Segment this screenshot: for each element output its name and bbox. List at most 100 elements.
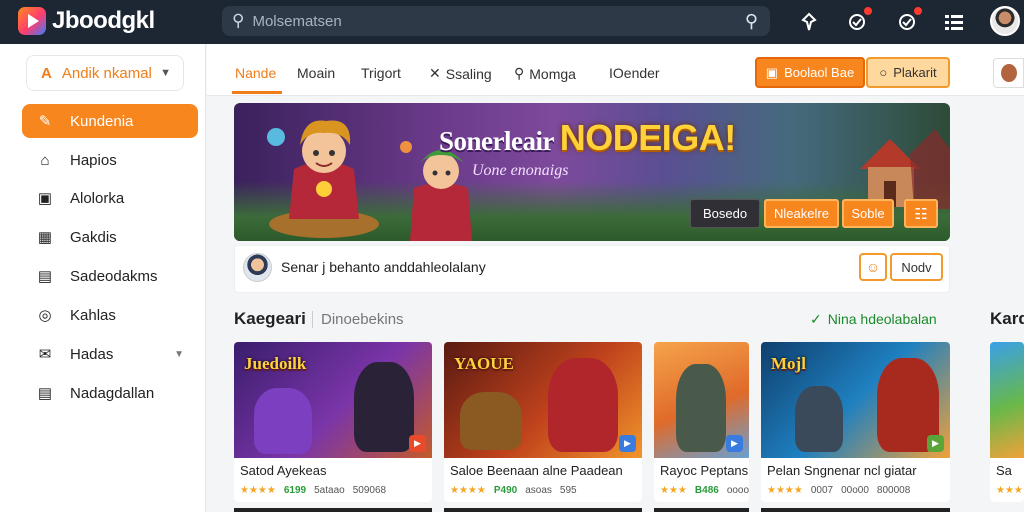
game-card[interactable]: Mojl ▶ Pelan Sngnenar ncl giatar ★★★★ 00… bbox=[761, 342, 950, 502]
tab-ssaling[interactable]: ✕ Ssaling bbox=[429, 65, 492, 82]
grid-icon[interactable] bbox=[941, 9, 967, 35]
card-title: Sa bbox=[996, 463, 1012, 478]
play-icon[interactable]: ▶ bbox=[726, 435, 743, 452]
card-price: 0007 bbox=[810, 485, 834, 496]
sidebar-item-sadeodakms[interactable]: ▤ Sadeodakms bbox=[22, 259, 198, 293]
pin-icon[interactable] bbox=[796, 9, 822, 35]
workspace-icon: A bbox=[41, 64, 52, 82]
sidebar-item-gakdis[interactable]: ▦ Gakdis bbox=[22, 220, 198, 254]
emoji-icon[interactable]: ☺ bbox=[859, 253, 887, 281]
card-meta: ★★★★ P490 asoas 595 bbox=[450, 485, 577, 496]
search-input[interactable] bbox=[244, 12, 745, 30]
sidebar-item-nadagdallan[interactable]: ▤ Nadagdallan bbox=[22, 376, 198, 410]
primary-action-button[interactable]: ▣ Boolaol Bae bbox=[755, 57, 865, 88]
banner-button-secondary[interactable]: Soble bbox=[842, 199, 894, 228]
game-card[interactable]: Sa ★★★ bbox=[990, 342, 1024, 502]
card-meta-value: 509068 bbox=[352, 485, 387, 496]
sidebar-item-alolorka[interactable]: ▣ Alolorka bbox=[22, 181, 198, 215]
post-avatar bbox=[243, 253, 272, 282]
post-submit-button[interactable]: Nodv bbox=[890, 253, 943, 281]
sidebar-item-kahlas[interactable]: ◎ Kahlas bbox=[22, 298, 198, 332]
tab-label: IOender bbox=[609, 65, 660, 81]
tab-momga[interactable]: ⚲ Momga bbox=[514, 65, 576, 82]
hero-banner[interactable]: Sonerleair NODEIGA! Uone enonaigs Bosedo… bbox=[234, 103, 950, 241]
banner-title-highlight: NODEIGA! bbox=[559, 117, 737, 158]
app-logo[interactable]: Jboodgkl bbox=[18, 7, 155, 35]
character-figure bbox=[354, 362, 414, 452]
game-card[interactable]: YAOUE ▶ Saloe Beenaan alne Paadean ★★★★ … bbox=[444, 342, 642, 502]
card-meta-value: 800008 bbox=[876, 485, 911, 496]
card-meta-value: asoas bbox=[525, 485, 552, 496]
secondary-action-label: Plakarit bbox=[893, 65, 937, 80]
tab-label: Moain bbox=[297, 65, 336, 81]
tab-label: Trigort bbox=[361, 65, 401, 81]
card-price: P490 bbox=[493, 485, 518, 496]
card-title: Pelan Sngnenar ncl giatar bbox=[767, 463, 917, 478]
tab-nande[interactable]: Nande bbox=[235, 65, 276, 81]
secondary-action-button[interactable]: ○ Plakarit bbox=[866, 57, 950, 88]
tab-label: Ssaling bbox=[445, 65, 492, 82]
sidebar-item-label: Alolorka bbox=[70, 189, 125, 207]
card-meta-value: 595 bbox=[559, 485, 577, 496]
sidebar-item-hadas[interactable]: ✉ Hadas ▼ bbox=[22, 337, 198, 371]
thumbnail-title: Juedoilk bbox=[244, 354, 307, 373]
chevron-down-icon: ▼ bbox=[174, 348, 184, 360]
pencil-icon: ✎ bbox=[38, 113, 52, 130]
section-see-all-link[interactable]: ✓ Nina hdeolabalan bbox=[810, 311, 937, 328]
square-icon: ▣ bbox=[37, 190, 53, 207]
sidebar-item-hapios[interactable]: ⌂ Hapios bbox=[22, 143, 198, 177]
game-card[interactable]: Juedoilk ▶ Satod Ayekeas ★★★★ 6199 5ataa… bbox=[234, 342, 432, 502]
star-rating: ★★★★ bbox=[450, 485, 486, 496]
hero-character-illustration bbox=[267, 120, 379, 238]
character-figure bbox=[795, 386, 843, 452]
game-card[interactable]: ▶ Rayoc Peptans ★★★ B486 ooooo bbox=[654, 342, 749, 502]
character-figure bbox=[548, 358, 618, 452]
game-thumbnail: YAOUE ▶ bbox=[444, 342, 642, 458]
banner-button-primary[interactable]: Nleakelre bbox=[764, 199, 839, 228]
message-badge bbox=[913, 6, 923, 16]
banner-title: Sonerleair NODEIGA! bbox=[439, 117, 736, 159]
primary-action-label: Boolaol Bae bbox=[784, 65, 855, 80]
post-composer-text[interactable]: Senar j behanto anddahleolalany bbox=[281, 259, 486, 275]
messages-icon[interactable] bbox=[894, 6, 923, 35]
play-logo-icon bbox=[18, 7, 46, 35]
play-icon[interactable]: ▶ bbox=[409, 435, 426, 452]
star-rating: ★★★ bbox=[660, 485, 687, 496]
notifications-icon[interactable] bbox=[844, 6, 873, 35]
card-price: 6199 bbox=[283, 485, 307, 496]
play-icon[interactable]: ▶ bbox=[927, 435, 944, 452]
game-thumbnail: Juedoilk ▶ bbox=[234, 342, 432, 458]
profile-mini-avatar[interactable] bbox=[993, 58, 1024, 88]
card-title: Satod Ayekeas bbox=[240, 463, 327, 478]
tab-label: Momga bbox=[529, 65, 576, 82]
sidebar: A Andik nkamal ▼ ✎ Kundenia ⌂ Hapios ▣ A… bbox=[0, 44, 206, 512]
envelope-icon: ✉ bbox=[38, 346, 52, 363]
play-icon[interactable]: ▶ bbox=[619, 435, 636, 452]
tab-moain[interactable]: Moain bbox=[297, 65, 335, 81]
banner-button-dark[interactable]: Bosedo bbox=[690, 199, 760, 228]
circle-icon: ◎ bbox=[38, 307, 52, 324]
gift-icon[interactable]: ☷ bbox=[904, 199, 938, 228]
thumbnail-title: YAOUE bbox=[454, 354, 514, 373]
card-meta: ★★★★ 0007 00o00 800008 bbox=[767, 485, 910, 496]
top-bar: Jboodgkl ⚲ ⚲ bbox=[0, 0, 1024, 44]
sidebar-item-label: Hapios bbox=[70, 151, 117, 169]
next-row-card-edge bbox=[444, 508, 642, 512]
message-icon: ▤ bbox=[37, 268, 53, 285]
sidebar-item-kundenia[interactable]: ✎ Kundenia bbox=[22, 104, 198, 138]
card-meta: ★★★ B486 ooooo bbox=[660, 485, 749, 496]
workspace-select[interactable]: A Andik nkamal ▼ bbox=[26, 55, 184, 91]
tab-ioender[interactable]: IOender bbox=[609, 65, 660, 81]
search-submit-icon[interactable]: ⚲ bbox=[745, 11, 758, 32]
tab-trigort[interactable]: Trigort bbox=[361, 65, 401, 81]
section-subtitle[interactable]: Dinoebekins bbox=[312, 311, 404, 328]
table-icon: ▦ bbox=[37, 229, 53, 246]
note-icon: ▤ bbox=[37, 385, 53, 402]
game-thumbnail bbox=[990, 342, 1024, 458]
character-figure bbox=[460, 392, 522, 450]
card-meta-value: 00o00 bbox=[841, 485, 869, 496]
sidebar-item-label: Kahlas bbox=[70, 306, 116, 324]
user-avatar[interactable] bbox=[990, 6, 1020, 36]
active-tab-indicator bbox=[232, 91, 282, 94]
sidebar-item-label: Kundenia bbox=[70, 112, 134, 130]
